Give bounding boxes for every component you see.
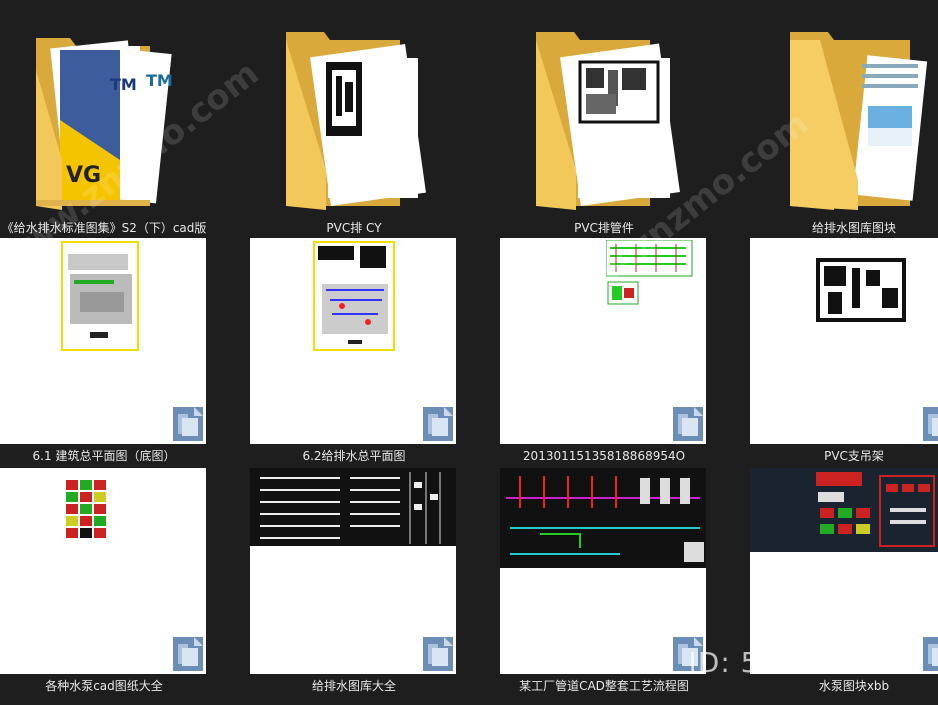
dwg-file-item[interactable]: 给排水图库大全 [250,468,458,698]
dwg-file-item[interactable]: 各种水泵cad图纸大全 [0,468,208,698]
dwg-file-item[interactable]: 6.1 建筑总平面图（底图） [0,238,208,468]
watermark-id: ID: 552672370 [688,646,910,679]
file-label: 6.1 建筑总平面图（底图） [32,449,176,463]
file-label: 《给水排水标准图集》S2（下）cad版 [1,221,207,235]
dwg-file-icon [423,407,453,441]
file-label: 20130115135818868954O [522,449,686,463]
dwg-file-item[interactable]: PVC支吊架 [750,238,938,468]
dwg-thumbnail [0,238,208,444]
folder-with-docs-icon: TM TM VG [36,38,173,210]
drawing-preview [250,468,456,546]
folder-with-docs-icon [790,32,928,210]
folder-item[interactable]: PVC排 CY [250,10,458,240]
dwg-file-item[interactable]: 6.2给排水总平面图 [250,238,458,468]
dwg-file-icon [673,407,703,441]
svg-text:TM: TM [146,71,173,90]
dwg-thumbnail [250,238,458,444]
file-label: 某工厂管道CAD整套工艺流程图 [519,679,689,693]
file-label: PVC排 CY [326,221,382,235]
file-label: 给排水图库大全 [311,679,396,693]
drawing-preview [500,468,706,568]
folder-item[interactable]: 给排水图库图块 [750,10,938,240]
dwg-thumbnail [250,468,458,674]
file-label: 各种水泵cad图纸大全 [45,679,163,693]
svg-text:VG: VG [66,163,101,188]
dwg-thumbnail [750,238,938,444]
dwg-file-icon [423,637,453,671]
file-label: 6.2给排水总平面图 [302,449,406,463]
dwg-thumbnail [500,238,708,444]
watermark-logo: 知末 [773,581,898,649]
dwg-file-icon [923,407,938,441]
file-label: 水泵图块xbb [818,679,890,693]
dwg-file-item[interactable]: 某工厂管道CAD整套工艺流程图 [500,468,708,698]
dwg-file-icon [173,637,203,671]
drawing-preview [66,480,106,538]
drawing-preview [606,240,693,305]
dwg-thumbnail [500,468,708,674]
file-label: PVC排管件 [574,221,634,235]
folder-with-drawing-icon [536,32,680,210]
dwg-file-icon [923,637,938,671]
drawing-preview [750,468,938,552]
drawing-preview [313,241,395,351]
folder-item[interactable]: PVC排管件 [500,10,708,240]
file-label: 给排水图库图块 [811,221,896,235]
folder-item[interactable]: TM TM VG 《给水排水标准图集》S2（下）cad版 [0,10,208,240]
drawing-preview [816,258,906,322]
drawing-preview [61,241,139,351]
folder-with-drawing-icon [286,32,426,210]
dwg-thumbnail [0,468,208,674]
dwg-file-item[interactable]: 20130115135818868954O [500,238,708,468]
dwg-file-icon [173,407,203,441]
svg-text:TM: TM [110,75,137,94]
file-label: PVC支吊架 [824,449,884,463]
